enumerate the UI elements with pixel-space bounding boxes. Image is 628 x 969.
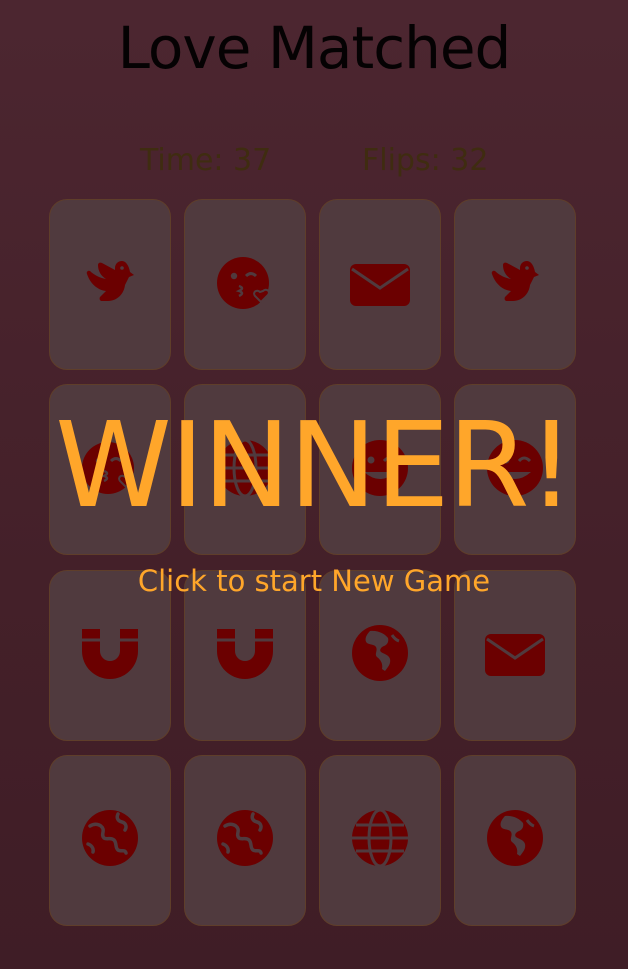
- new-game-prompt[interactable]: Click to start New Game: [0, 561, 628, 601]
- winner-text: WINNER!: [55, 396, 575, 534]
- winner-overlay[interactable]: WINNER! Click to start New Game: [0, 0, 628, 969]
